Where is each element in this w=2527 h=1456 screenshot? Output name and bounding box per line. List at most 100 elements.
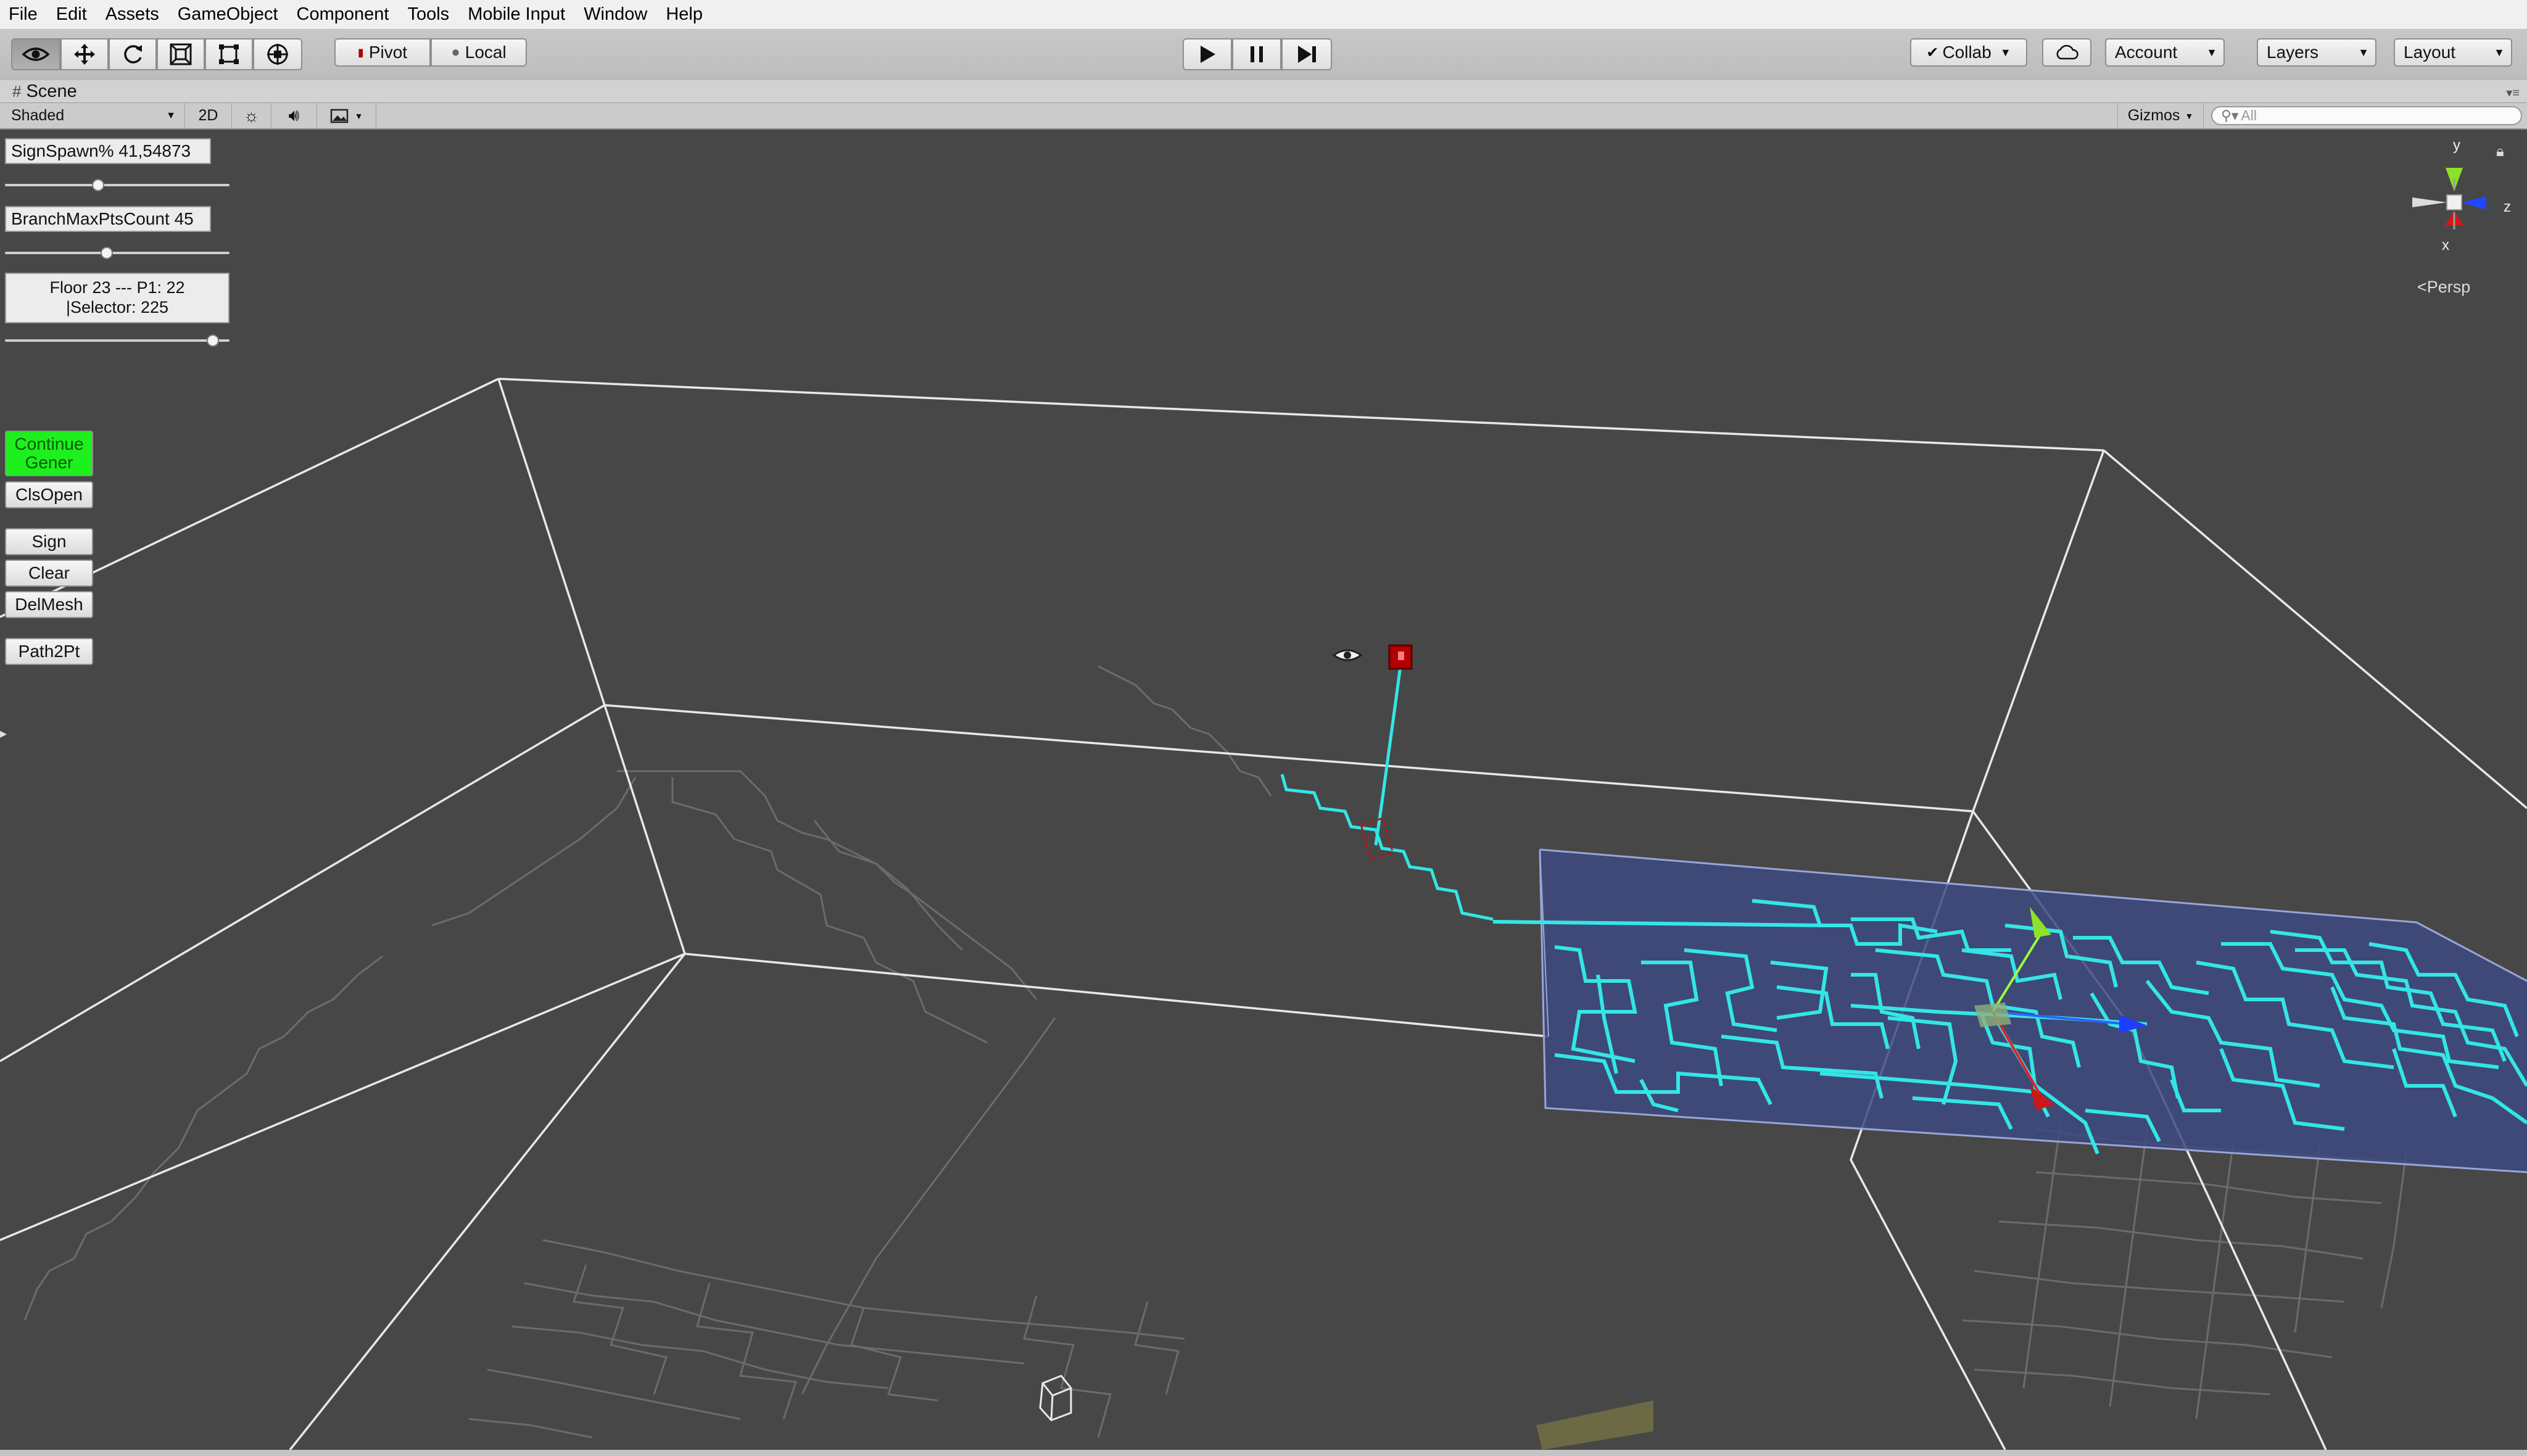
search-icon: ⚲▾ bbox=[2221, 107, 2239, 123]
perspective-icon: < bbox=[2417, 278, 2427, 296]
generated-path bbox=[1280, 666, 1494, 921]
cloud-button[interactable] bbox=[2042, 38, 2091, 67]
shading-mode-label: Shaded bbox=[11, 107, 65, 124]
axis-gizmo-icon bbox=[2412, 168, 2486, 230]
pause-button[interactable] bbox=[1232, 38, 1281, 70]
viewport-bottom-border bbox=[0, 1450, 2527, 1456]
slider-thumb[interactable] bbox=[100, 247, 113, 259]
pivot-label: Pivot bbox=[368, 43, 408, 62]
rotate-tool-button[interactable] bbox=[109, 38, 157, 70]
hierarchy-search-input[interactable]: ⚲▾ All bbox=[2211, 106, 2522, 125]
axis-y-label: y bbox=[2453, 137, 2460, 154]
shading-mode-dropdown[interactable]: Shaded ▼ bbox=[0, 103, 185, 128]
scene-tab-bar: # Scene ▾≡ bbox=[0, 80, 2527, 103]
move-tool-button[interactable] bbox=[60, 38, 109, 70]
image-icon bbox=[330, 109, 348, 123]
step-button[interactable] bbox=[1281, 38, 1332, 70]
play-button[interactable] bbox=[1183, 38, 1232, 70]
mouse-cursor-icon: ▸ bbox=[0, 726, 7, 741]
layers-dropdown[interactable]: Layers ▼ bbox=[2257, 38, 2376, 67]
audio-toggle-icon[interactable]: 🔊︎ bbox=[271, 103, 317, 128]
slider-track bbox=[5, 252, 230, 254]
menu-help[interactable]: Help bbox=[656, 0, 712, 29]
sign-spawn-label: SignSpawn% 41,54873 bbox=[5, 138, 211, 164]
sign-spawn-slider[interactable] bbox=[5, 179, 230, 191]
scene-tab-label: Scene bbox=[26, 81, 77, 101]
tab-menu-icon[interactable]: ▾≡ bbox=[2506, 85, 2520, 101]
layout-label: Layout bbox=[2404, 43, 2456, 62]
rect-tool-button[interactable] bbox=[205, 38, 253, 70]
collab-dropdown[interactable]: ✔ Collab ▼ bbox=[1910, 38, 2027, 67]
floor-info-box: Floor 23 --- P1: 22 |Selector: 225 bbox=[5, 273, 230, 323]
floor-info-line: Floor 23 --- P1: 22 bbox=[49, 278, 185, 297]
gizmos-label: Gizmos bbox=[2127, 107, 2180, 124]
menu-mobile-input[interactable]: Mobile Input bbox=[458, 0, 574, 29]
collab-label: Collab bbox=[1942, 43, 1991, 62]
orientation-gizmo[interactable]: y z x <Persp bbox=[2394, 137, 2517, 297]
account-dropdown[interactable]: Account ▼ bbox=[2105, 38, 2225, 67]
camera-eye-icon[interactable] bbox=[1332, 649, 1363, 661]
globe-icon: ● bbox=[451, 44, 460, 60]
rotate-icon bbox=[124, 45, 142, 64]
layers-label: Layers bbox=[2267, 43, 2319, 62]
clear-button[interactable]: Clear bbox=[5, 560, 93, 587]
current-floor-maze bbox=[1492, 848, 2527, 1173]
cloud-icon bbox=[2056, 44, 2078, 60]
menu-component[interactable]: Component bbox=[287, 0, 399, 29]
grid-icon: # bbox=[12, 81, 22, 101]
scale-tool-button[interactable] bbox=[157, 38, 205, 70]
hand-tool-button[interactable] bbox=[11, 38, 60, 70]
menu-assets[interactable]: Assets bbox=[96, 0, 168, 29]
main-toolbar: ▮ Pivot ● Local ✔ Collab ▼ Account ▼ Lay… bbox=[0, 30, 2527, 81]
check-circle-icon: ✔ bbox=[1926, 44, 1939, 61]
eye-icon bbox=[22, 48, 50, 61]
pivot-toggle-button[interactable]: ▮ Pivot bbox=[334, 38, 431, 67]
play-icon bbox=[1201, 46, 1215, 63]
branch-max-pts-slider[interactable] bbox=[5, 247, 230, 259]
sign-button[interactable]: Sign bbox=[5, 528, 93, 555]
menu-tools[interactable]: Tools bbox=[398, 0, 458, 29]
floor-slider[interactable] bbox=[5, 334, 230, 347]
menu-file[interactable]: File bbox=[0, 0, 47, 29]
effects-dropdown[interactable]: ▼ bbox=[317, 103, 376, 128]
pause-icon bbox=[1251, 46, 1263, 62]
lock-icon[interactable]: 🔒︎ bbox=[2496, 143, 2504, 160]
chevron-down-icon: ▼ bbox=[2358, 46, 2369, 59]
menu-window[interactable]: Window bbox=[574, 0, 656, 29]
transform-tool-button[interactable] bbox=[253, 38, 302, 70]
slider-thumb[interactable] bbox=[206, 334, 219, 347]
move-arrows-icon bbox=[74, 44, 95, 65]
menu-gameobject[interactable]: GameObject bbox=[168, 0, 287, 29]
chevron-down-icon: ▼ bbox=[2000, 46, 2011, 59]
slider-track bbox=[5, 339, 230, 342]
scene-viewport[interactable]: y z x <Persp 🔒︎ SignSpawn% 41,54873 Bran… bbox=[0, 130, 2527, 1450]
chevron-down-icon: ▼ bbox=[166, 110, 176, 121]
mode-2d-toggle[interactable]: 2D bbox=[185, 103, 232, 128]
slider-thumb[interactable] bbox=[92, 179, 105, 191]
chevron-down-icon: ▼ bbox=[2185, 110, 2194, 121]
layout-dropdown[interactable]: Layout ▼ bbox=[2394, 38, 2512, 67]
local-toggle-button[interactable]: ● Local bbox=[431, 38, 527, 67]
chevron-down-icon: ▼ bbox=[2206, 46, 2217, 59]
spawn-cube-highlight bbox=[1398, 651, 1404, 660]
gizmos-dropdown[interactable]: Gizmos ▼ bbox=[2117, 103, 2204, 128]
scene-view-toolbar: Shaded ▼ 2D ☼ 🔊︎ ▼ Gizmos ▼ ⚲▾ All bbox=[0, 103, 2527, 130]
selector-info-line: |Selector: 225 bbox=[65, 298, 169, 316]
path-to-point-button[interactable]: Path2Pt bbox=[5, 638, 93, 665]
axis-x-label: x bbox=[2442, 237, 2449, 254]
menu-bar: File Edit Assets GameObject Component To… bbox=[0, 0, 2527, 30]
cls-open-button[interactable]: ClsOpen bbox=[5, 481, 93, 508]
rect-tool-icon bbox=[219, 44, 239, 64]
search-placeholder: All bbox=[2241, 107, 2257, 123]
step-forward-icon bbox=[1298, 46, 1316, 63]
chevron-down-icon: ▼ bbox=[354, 110, 363, 121]
menu-edit[interactable]: Edit bbox=[47, 0, 96, 29]
del-mesh-button[interactable]: DelMesh bbox=[5, 591, 93, 618]
local-label: Local bbox=[465, 43, 507, 62]
lighting-toggle-icon[interactable]: ☼ bbox=[232, 103, 271, 128]
projection-label[interactable]: <Persp bbox=[2417, 278, 2470, 297]
tab-scene[interactable]: # Scene bbox=[2, 80, 88, 102]
transform-icon bbox=[267, 44, 288, 65]
continue-generation-button[interactable]: Continue Gener bbox=[5, 431, 93, 476]
floor-plane bbox=[1536, 1400, 1653, 1450]
